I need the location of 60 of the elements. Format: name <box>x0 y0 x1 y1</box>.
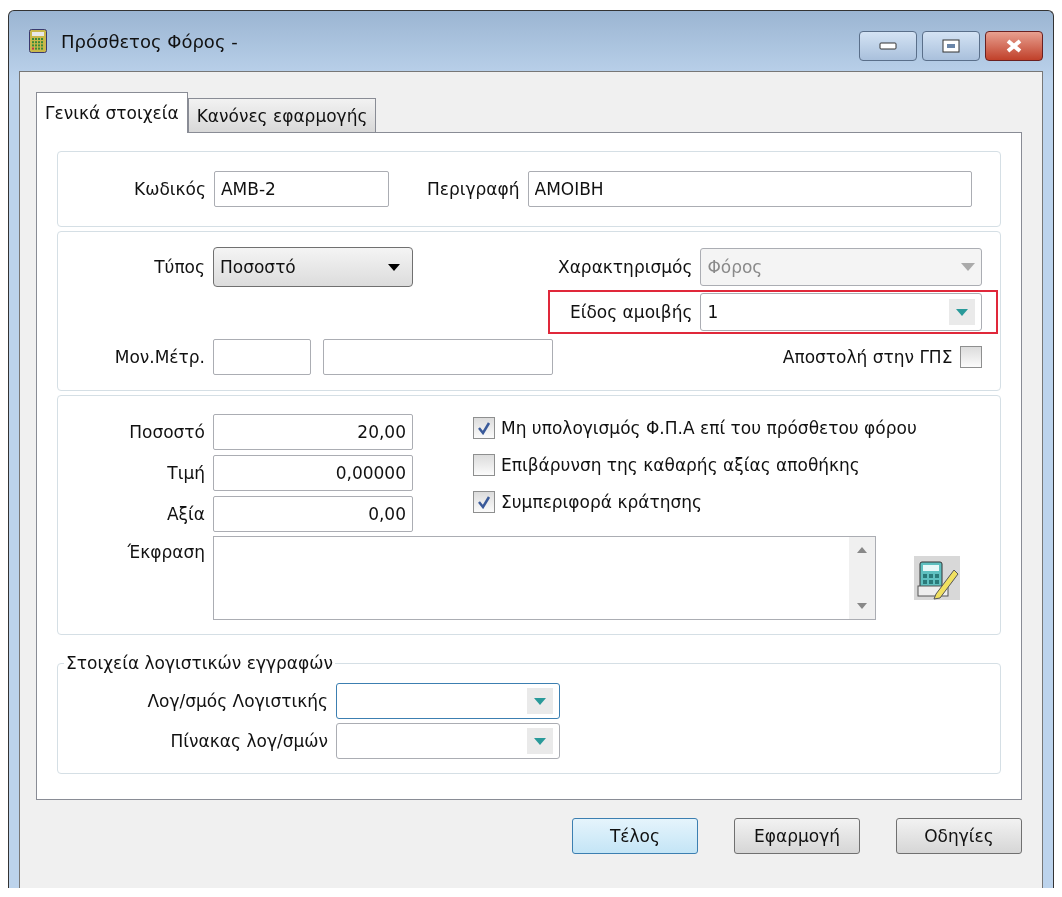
dropdown-button[interactable] <box>527 728 553 754</box>
field-label: Πίνακας λογ/σμών <box>169 731 328 751</box>
account-dropdown[interactable] <box>336 723 560 759</box>
field-label: Είδος αμοιβής <box>569 302 693 322</box>
checkbox-label: Επιβάρυνση της καθαρής αξίας αποθήκης <box>501 455 860 475</box>
tab[interactable]: Κανόνες εφαρμογής <box>187 98 377 132</box>
dialog-button[interactable]: Εφαρμογή <box>734 818 860 854</box>
field-label: Έκφραση <box>126 541 205 562</box>
caret-icon <box>534 737 546 745</box>
checkbox-label: Μη υπολογισμός Φ.Π.Α επί του πρόσθετου φόρου <box>501 418 917 438</box>
description-field[interactable]: AMOIBH <box>527 171 972 207</box>
number-field[interactable]: 0,00 <box>213 496 413 532</box>
calculator-icon <box>29 29 47 53</box>
dropdown-button[interactable] <box>527 688 553 714</box>
dialog-button[interactable]: Οδηγίες <box>896 818 1022 854</box>
calculator-pencil-icon[interactable] <box>914 556 960 600</box>
checkbox[interactable] <box>960 346 983 368</box>
field-label: Λογ/σμός Λογιστικής <box>146 691 328 711</box>
account-dropdown[interactable] <box>336 683 560 719</box>
check-icon <box>477 495 491 509</box>
field-label: Τιμή <box>166 463 205 483</box>
field-label: Ποσοστό <box>128 422 205 442</box>
window-title: Πρόσθετος Φόρος - <box>61 30 239 52</box>
field-label: Κωδικός <box>134 179 206 199</box>
number-field[interactable]: 20,00 <box>213 414 413 450</box>
check-icon <box>477 421 491 435</box>
code-field[interactable]: AMB-2 <box>213 171 389 207</box>
maximize-button[interactable] <box>922 31 980 61</box>
checkbox[interactable] <box>473 417 495 439</box>
type-dropdown[interactable]: Ποσοστό <box>213 247 413 287</box>
number-field[interactable]: 0,00000 <box>213 455 413 491</box>
field-label: Αξία <box>165 504 205 524</box>
maximize-icon <box>942 39 960 53</box>
field-label: Χαρακτηρισμός <box>558 257 693 277</box>
unit-name-field[interactable] <box>323 339 553 375</box>
scroll-up-icon[interactable] <box>857 547 867 553</box>
dropdown-button[interactable] <box>949 299 976 325</box>
tab[interactable]: Γενικά στοιχεία <box>36 92 188 133</box>
checkbox-label: Συμπεριφορά κράτησης <box>501 492 702 512</box>
field-label: Μον.Μέτρ. <box>113 347 205 367</box>
caret-icon <box>388 263 400 271</box>
checkbox[interactable] <box>473 454 495 476</box>
scrollbar[interactable] <box>849 537 875 619</box>
caret-icon <box>961 263 976 271</box>
checkbox[interactable] <box>473 491 495 513</box>
minimize-button[interactable] <box>859 31 917 61</box>
dialog-button[interactable]: Τέλος <box>572 818 698 854</box>
caret-icon <box>534 697 546 705</box>
scroll-down-icon[interactable] <box>857 603 867 609</box>
unit-code-field[interactable] <box>213 339 311 375</box>
group-title: Στοιχεία λογιστικών εγγραφών <box>65 653 334 673</box>
caret-icon <box>956 308 969 316</box>
field-label: Περιγραφή <box>426 179 520 199</box>
field-label: Τύπος <box>153 257 205 277</box>
close-button[interactable] <box>985 31 1043 61</box>
minimize-icon <box>879 42 897 50</box>
checkbox-label: Αποστολή στην ΓΠΣ <box>782 347 953 367</box>
expression-field[interactable] <box>213 536 876 620</box>
fee-kind-dropdown[interactable]: 1 <box>700 293 983 331</box>
close-icon <box>1004 38 1024 54</box>
